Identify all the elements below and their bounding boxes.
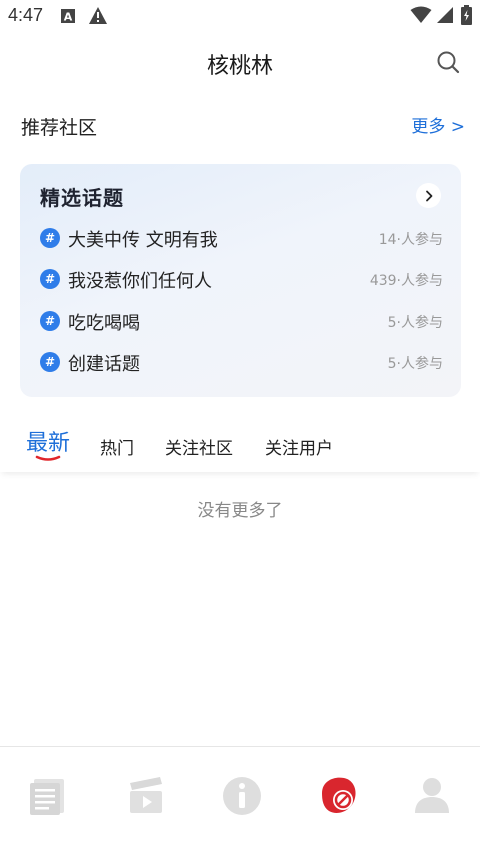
topic-name: 创建话题 xyxy=(68,354,140,375)
battery-icon xyxy=(461,5,472,25)
tab-followed-users[interactable]: 关注用户 xyxy=(265,434,333,459)
topic-item[interactable]: # 大美中传 文明有我 14·人参与 xyxy=(40,223,443,253)
community-icon[interactable] xyxy=(314,771,362,819)
topic-name: 我没惹你们任何人 xyxy=(68,271,212,292)
featured-topics-title: 精选话题 xyxy=(40,186,124,210)
tab-followed-communities[interactable]: 关注社区 xyxy=(165,434,233,459)
empty-feed-message: 没有更多了 xyxy=(197,501,283,521)
page-title: 核桃林 xyxy=(206,54,273,79)
hashtag-icon: # xyxy=(40,228,60,248)
signal-icon xyxy=(437,7,453,23)
hashtag-icon: # xyxy=(40,352,60,372)
tab-hot[interactable]: 热门 xyxy=(100,434,134,459)
featured-topics-arrow-button[interactable] xyxy=(416,183,441,208)
warning-icon xyxy=(89,7,107,24)
more-link[interactable]: 更多 > xyxy=(411,112,465,137)
topic-name: 吃吃喝喝 xyxy=(68,313,140,334)
info-icon[interactable] xyxy=(218,771,266,819)
user-icon[interactable] xyxy=(408,771,456,819)
featured-topics-card: 精选话题 # 大美中传 文明有我 14·人参与 # 我没惹你们任何人 439·人… xyxy=(20,164,461,397)
bottom-nav xyxy=(0,746,480,853)
video-clapper-icon[interactable] xyxy=(122,771,170,819)
active-tab-indicator xyxy=(35,455,61,461)
hashtag-icon: # xyxy=(40,311,60,331)
recommended-communities-title: 推荐社区 xyxy=(21,117,98,139)
newspaper-icon[interactable] xyxy=(24,771,72,819)
wifi-icon xyxy=(410,6,432,23)
feed-tab-bar: 最新 热门 关注社区 关注用户 xyxy=(0,405,480,472)
topic-name: 大美中传 文明有我 xyxy=(68,230,218,251)
hashtag-icon: # xyxy=(40,269,60,289)
topic-participant-count: 5·人参与 xyxy=(387,356,443,372)
topic-participant-count: 5·人参与 xyxy=(387,315,443,331)
topic-item[interactable]: # 我没惹你们任何人 439·人参与 xyxy=(40,264,443,294)
topic-item[interactable]: # 创建话题 5·人参与 xyxy=(40,347,443,377)
svg-text:A: A xyxy=(64,11,73,24)
topic-item[interactable]: # 吃吃喝喝 5·人参与 xyxy=(40,306,443,336)
status-time: 4:47 xyxy=(8,5,44,25)
font-a-icon: A xyxy=(61,9,75,24)
app-header: 核桃林 xyxy=(0,34,480,90)
chevron-right-icon xyxy=(425,190,432,201)
status-bar: 4:47 A xyxy=(0,0,480,34)
topic-participant-count: 14·人参与 xyxy=(378,232,443,248)
topic-participant-count: 439·人参与 xyxy=(369,273,443,289)
search-icon[interactable] xyxy=(436,50,460,74)
tab-latest[interactable]: 最新 xyxy=(26,425,70,457)
